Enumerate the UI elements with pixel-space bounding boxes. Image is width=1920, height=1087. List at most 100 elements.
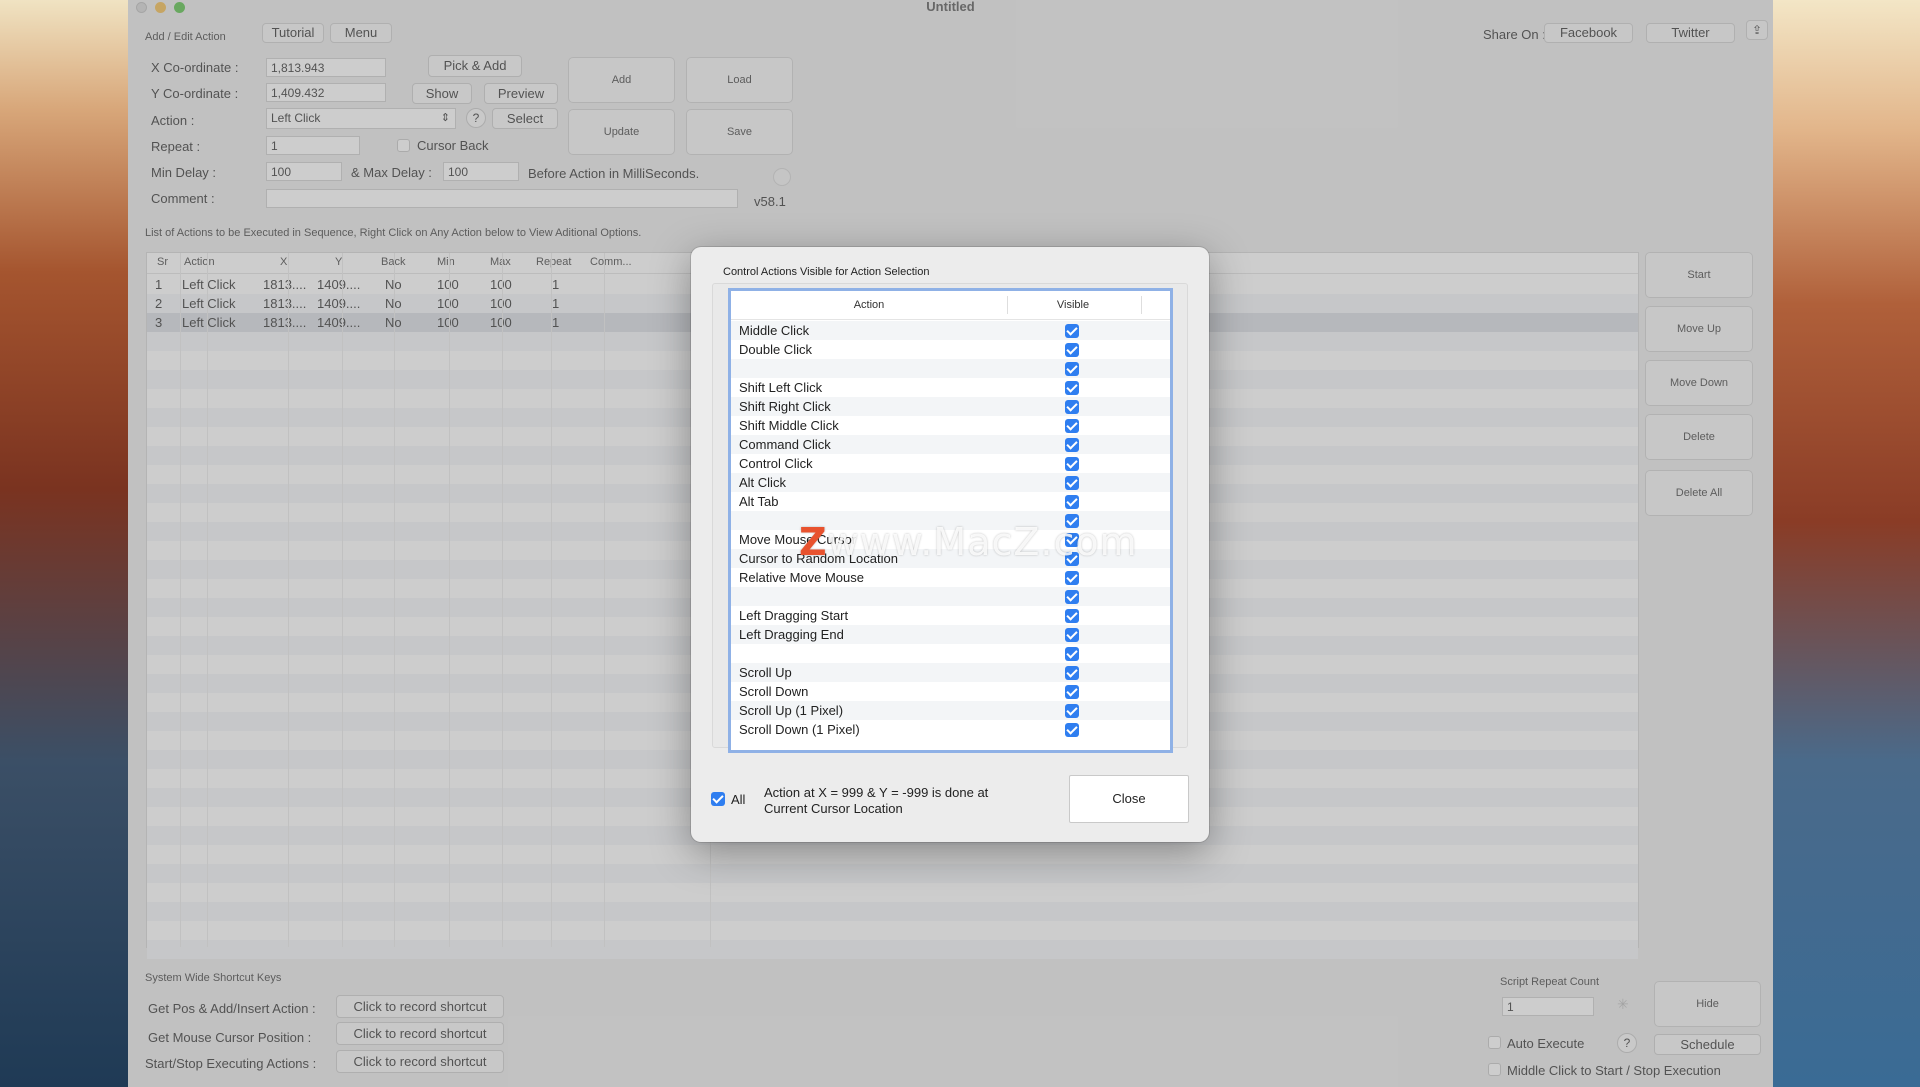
action-select-value: Left Click bbox=[271, 111, 321, 125]
table-cell: 1813.... bbox=[263, 277, 307, 292]
visible-checkbox[interactable] bbox=[1065, 685, 1079, 699]
visible-checkbox[interactable] bbox=[1065, 381, 1079, 395]
list-item[interactable]: Alt Click bbox=[731, 473, 1170, 492]
max-delay-label: & Max Delay : bbox=[351, 165, 432, 180]
list-item[interactable]: Shift Right Click bbox=[731, 397, 1170, 416]
list-item-label: Left Dragging Start bbox=[739, 608, 849, 623]
visible-checkbox[interactable] bbox=[1065, 704, 1079, 718]
visible-checkbox[interactable] bbox=[1065, 609, 1079, 623]
list-item[interactable]: Shift Left Click bbox=[731, 378, 1170, 397]
watermark-text: www.MacZ.com bbox=[827, 520, 1138, 564]
twitter-button[interactable]: Twitter bbox=[1646, 23, 1735, 43]
table-row[interactable] bbox=[147, 902, 1638, 921]
action-select[interactable]: Left Click ⇕ bbox=[266, 108, 456, 129]
schedule-button[interactable]: Schedule bbox=[1654, 1034, 1761, 1055]
update-button[interactable]: Update bbox=[568, 109, 675, 155]
auto-execute-help-button[interactable]: ? bbox=[1617, 1033, 1637, 1053]
list-item[interactable]: Left Dragging End bbox=[731, 625, 1170, 644]
visible-checkbox[interactable] bbox=[1065, 495, 1079, 509]
move-down-button[interactable]: Move Down bbox=[1645, 360, 1753, 406]
minimize-window-icon[interactable] bbox=[155, 2, 166, 13]
min-delay-field[interactable]: 100 bbox=[266, 162, 342, 181]
list-item-label: Alt Click bbox=[739, 475, 786, 490]
script-repeat-field[interactable]: 1 bbox=[1502, 997, 1594, 1016]
pick-add-button[interactable]: Pick & Add bbox=[428, 55, 522, 77]
close-button[interactable]: Close bbox=[1069, 775, 1189, 823]
list-item[interactable] bbox=[731, 644, 1170, 663]
repeat-field[interactable]: 1 bbox=[266, 136, 360, 155]
window-title: Untitled bbox=[926, 0, 975, 14]
facebook-button[interactable]: Facebook bbox=[1544, 23, 1633, 43]
maximize-window-icon[interactable] bbox=[174, 2, 185, 13]
save-button[interactable]: Save bbox=[686, 109, 793, 155]
table-cell: 100 bbox=[437, 315, 459, 330]
all-checkbox[interactable] bbox=[711, 792, 725, 806]
x-coordinate-field[interactable]: 1,813.943 bbox=[266, 58, 386, 77]
visible-checkbox[interactable] bbox=[1065, 457, 1079, 471]
table-row[interactable] bbox=[147, 864, 1638, 883]
list-item[interactable]: Scroll Down (1 Pixel) bbox=[731, 720, 1170, 739]
visible-checkbox[interactable] bbox=[1065, 571, 1079, 585]
list-item[interactable]: Scroll Up (1 Pixel) bbox=[731, 701, 1170, 720]
table-row[interactable] bbox=[147, 883, 1638, 902]
select-button[interactable]: Select bbox=[492, 108, 558, 129]
visible-checkbox[interactable] bbox=[1065, 343, 1079, 357]
list-item[interactable]: Middle Click bbox=[731, 321, 1170, 340]
max-delay-field[interactable]: 100 bbox=[443, 162, 519, 181]
table-row[interactable] bbox=[147, 921, 1638, 940]
close-window-icon[interactable] bbox=[136, 2, 147, 13]
list-item[interactable]: Left Dragging Start bbox=[731, 606, 1170, 625]
load-button[interactable]: Load bbox=[686, 57, 793, 103]
comment-label: Comment : bbox=[151, 191, 215, 206]
record-shortcut-startstop-button[interactable]: Click to record shortcut bbox=[336, 1050, 504, 1073]
list-item[interactable]: Relative Move Mouse bbox=[731, 568, 1170, 587]
visible-checkbox[interactable] bbox=[1065, 628, 1079, 642]
updown-chevron-icon: ⇕ bbox=[440, 112, 450, 124]
list-item[interactable]: Alt Tab bbox=[731, 492, 1170, 511]
list-item[interactable]: Scroll Down bbox=[731, 682, 1170, 701]
delete-button[interactable]: Delete bbox=[1645, 414, 1753, 460]
y-coordinate-field[interactable]: 1,409.432 bbox=[266, 83, 386, 102]
column-divider bbox=[288, 253, 289, 947]
list-item[interactable]: Command Click bbox=[731, 435, 1170, 454]
record-shortcut-mousepos-button[interactable]: Click to record shortcut bbox=[336, 1022, 504, 1045]
comment-field[interactable] bbox=[266, 189, 738, 208]
visible-checkbox[interactable] bbox=[1065, 476, 1079, 490]
dialog-title: Control Actions Visible for Action Selec… bbox=[723, 266, 930, 278]
visible-checkbox[interactable] bbox=[1065, 400, 1079, 414]
menu-button[interactable]: Menu bbox=[330, 23, 392, 43]
visible-checkbox[interactable] bbox=[1065, 324, 1079, 338]
visible-checkbox[interactable] bbox=[1065, 666, 1079, 680]
visible-checkbox[interactable] bbox=[1065, 590, 1079, 604]
show-button[interactable]: Show bbox=[412, 83, 472, 104]
delete-all-button[interactable]: Delete All bbox=[1645, 470, 1753, 516]
list-item[interactable]: Control Click bbox=[731, 454, 1170, 473]
all-label: All bbox=[731, 792, 746, 807]
table-cell: 100 bbox=[490, 296, 512, 311]
visible-checkbox[interactable] bbox=[1065, 723, 1079, 737]
share-icon[interactable]: ⇪ bbox=[1746, 20, 1768, 40]
hide-button[interactable]: Hide bbox=[1654, 981, 1761, 1027]
tutorial-button[interactable]: Tutorial bbox=[262, 23, 324, 43]
middle-click-checkbox[interactable] bbox=[1488, 1063, 1501, 1076]
visible-checkbox[interactable] bbox=[1065, 362, 1079, 376]
move-up-button[interactable]: Move Up bbox=[1645, 306, 1753, 352]
list-item-label: Alt Tab bbox=[739, 494, 779, 509]
list-item[interactable]: Scroll Up bbox=[731, 663, 1170, 682]
action-help-button[interactable]: ? bbox=[466, 108, 486, 128]
list-item[interactable]: Shift Middle Click bbox=[731, 416, 1170, 435]
record-shortcut-getpos-button[interactable]: Click to record shortcut bbox=[336, 995, 504, 1018]
table-row[interactable] bbox=[147, 845, 1638, 864]
visible-checkbox[interactable] bbox=[1065, 419, 1079, 433]
auto-execute-checkbox[interactable] bbox=[1488, 1036, 1501, 1049]
list-item[interactable] bbox=[731, 587, 1170, 606]
table-row[interactable] bbox=[147, 940, 1638, 959]
cursor-back-checkbox[interactable] bbox=[397, 139, 410, 152]
add-button[interactable]: Add bbox=[568, 57, 675, 103]
list-item[interactable]: Double Click bbox=[731, 340, 1170, 359]
list-item[interactable] bbox=[731, 359, 1170, 378]
visible-checkbox[interactable] bbox=[1065, 438, 1079, 452]
start-button[interactable]: Start bbox=[1645, 252, 1753, 298]
visible-checkbox[interactable] bbox=[1065, 647, 1079, 661]
preview-button[interactable]: Preview bbox=[484, 83, 558, 104]
